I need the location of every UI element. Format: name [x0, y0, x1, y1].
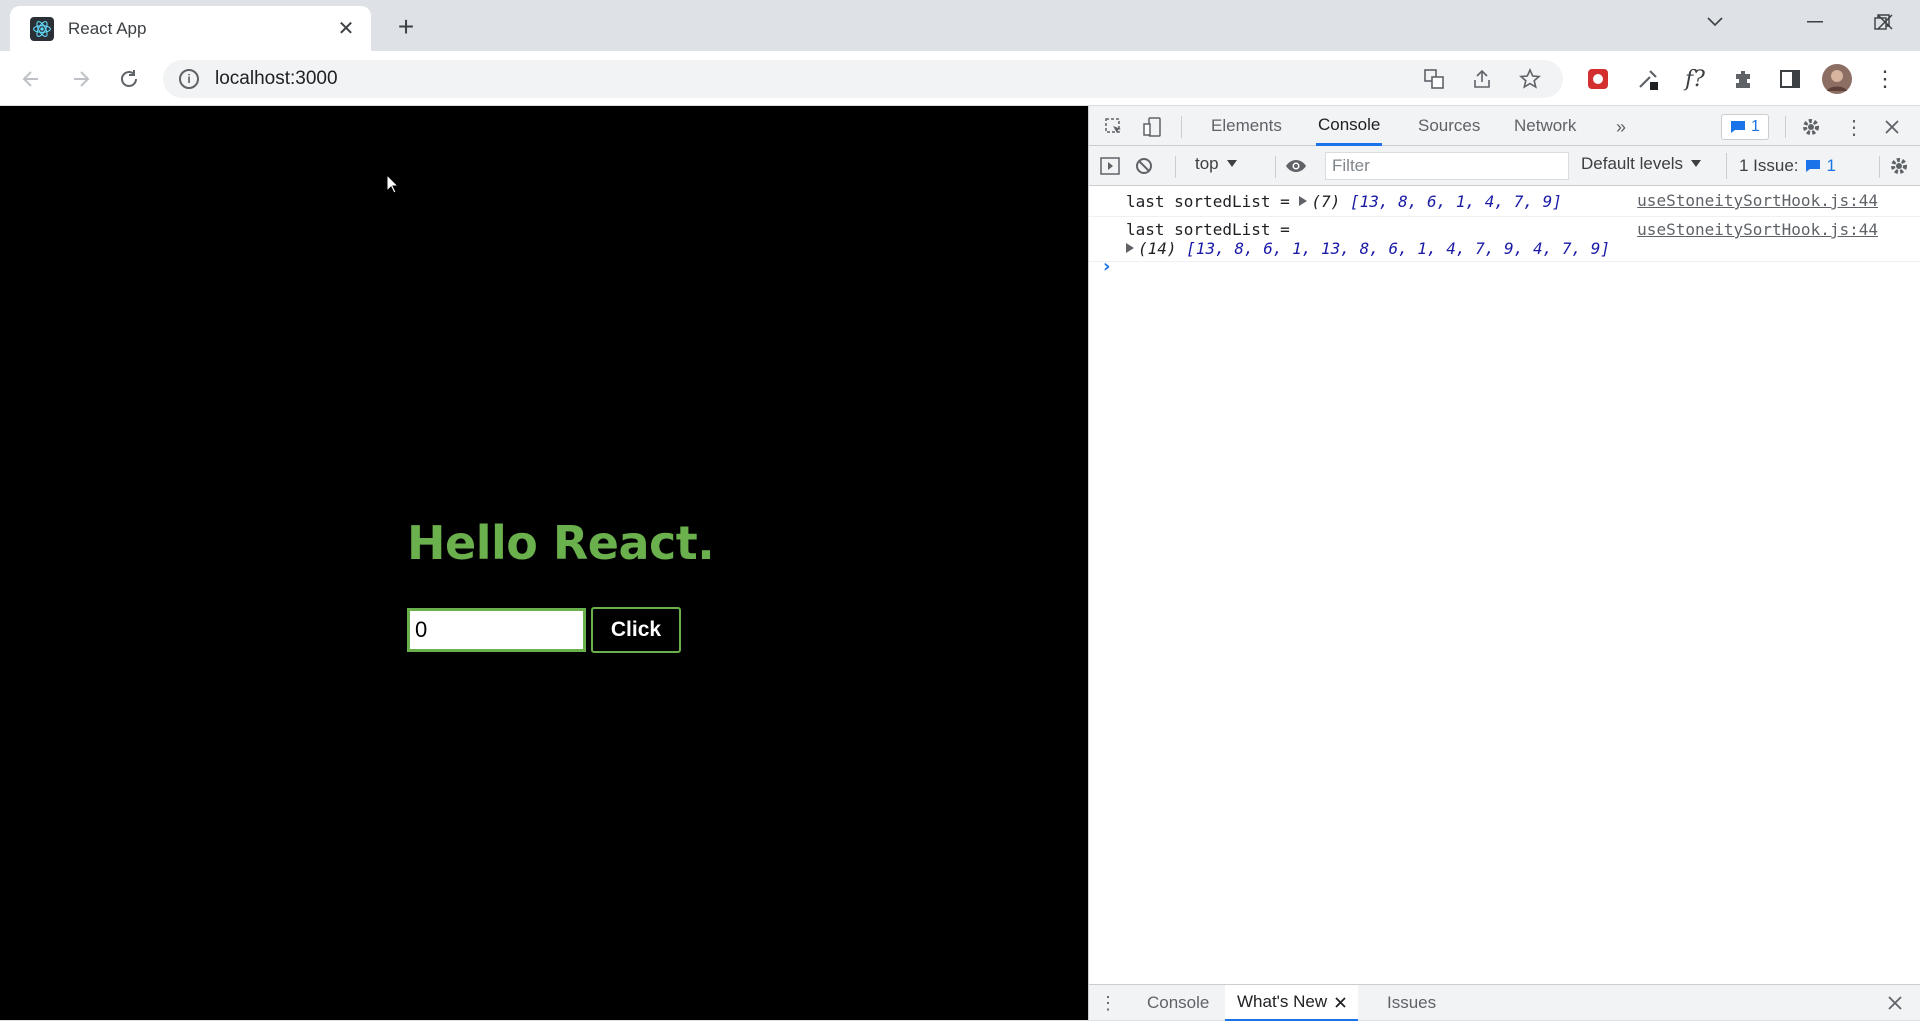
drawer-tab-whats-new[interactable]: What's New: [1225, 985, 1359, 1021]
messages-count: 1: [1751, 118, 1760, 135]
react-icon: [30, 16, 54, 41]
device-toolbar-icon[interactable]: [1139, 114, 1165, 140]
mouse-cursor-icon: [386, 174, 400, 194]
tab-close-icon[interactable]: ✕: [333, 16, 359, 42]
tab-search-icon[interactable]: [1690, 4, 1740, 40]
issues-button[interactable]: 1 Issue: 1: [1726, 153, 1836, 179]
more-tabs-icon[interactable]: »: [1608, 114, 1634, 140]
drawer-close-icon[interactable]: [1882, 990, 1908, 1016]
separator: [1879, 156, 1880, 178]
url-text[interactable]: localhost:3000: [215, 68, 1419, 90]
function-icon[interactable]: f?: [1680, 64, 1710, 94]
separator: [1181, 116, 1182, 138]
context-selector[interactable]: top: [1195, 154, 1237, 174]
number-input[interactable]: [407, 608, 586, 652]
tab-console[interactable]: Console: [1316, 106, 1383, 146]
bookmark-star-icon[interactable]: [1515, 64, 1545, 94]
context-value: top: [1195, 154, 1219, 173]
array-values: [13, 8, 6, 1, 4, 7, 9]: [1349, 192, 1562, 211]
separator: [1785, 116, 1786, 138]
inspect-element-icon[interactable]: [1101, 114, 1127, 140]
drawer-menu-icon[interactable]: ⋮: [1095, 990, 1121, 1016]
live-expression-eye-icon[interactable]: [1283, 153, 1309, 179]
issues-count: 1: [1826, 156, 1837, 175]
log-message: last sortedList =: [1126, 220, 1290, 239]
extensions-puzzle-icon[interactable]: [1728, 64, 1758, 94]
tab-elements[interactable]: Elements: [1209, 106, 1284, 146]
devtools-menu-icon[interactable]: ⋮: [1841, 114, 1867, 140]
devtools-close-icon[interactable]: [1879, 114, 1905, 140]
tab-strip: React App ✕ +: [0, 0, 1920, 51]
page-viewport: Hello React. Click: [0, 106, 1088, 1020]
click-button[interactable]: Click: [591, 607, 681, 653]
console-prompt[interactable]: ›: [1103, 256, 1110, 277]
devtools-tabbar: Elements Console Sources Network » 1 ⋮: [1089, 106, 1920, 146]
separator: [1175, 156, 1176, 178]
drawer-tab-close-icon[interactable]: [1335, 996, 1346, 1008]
array-values: [13, 8, 6, 1, 13, 8, 6, 1, 4, 7, 9, 4, 7…: [1186, 239, 1611, 258]
separator: [1275, 156, 1276, 178]
log-array[interactable]: (7) [13, 8, 6, 1, 4, 7, 9]: [1311, 192, 1561, 211]
log-levels-label: Default levels: [1581, 154, 1684, 173]
log-message: last sortedList = (7) [13, 8, 6, 1, 4, 7…: [1126, 192, 1562, 211]
issues-label: 1 Issue:: [1739, 156, 1799, 175]
browser-tab[interactable]: React App ✕: [10, 6, 371, 51]
translate-icon[interactable]: [1419, 64, 1449, 94]
page-heading: Hello React.: [407, 516, 715, 570]
log-text: last sortedList =: [1126, 192, 1300, 211]
window-close-icon[interactable]: [1860, 4, 1910, 40]
dropdown-arrow-icon: [1691, 160, 1702, 167]
log-text: last sortedList =: [1126, 220, 1290, 239]
devtools-panel: Elements Console Sources Network » 1 ⋮ t…: [1088, 106, 1920, 1021]
side-panel-icon[interactable]: [1775, 64, 1805, 94]
expand-triangle-icon[interactable]: [1299, 196, 1308, 206]
console-toolbar: top Filter Default levels 1 Issue: 1: [1089, 146, 1920, 186]
clear-console-icon[interactable]: [1131, 153, 1157, 179]
dropdown-arrow-icon: [1226, 160, 1237, 167]
sidebar-toggle-icon[interactable]: [1097, 153, 1123, 179]
back-icon[interactable]: [16, 64, 46, 94]
console-output: last sortedList = (7) [13, 8, 6, 1, 4, 7…: [1089, 186, 1920, 984]
settings-gear-icon[interactable]: [1798, 114, 1824, 140]
console-log-row: last sortedList = (7) [13, 8, 6, 1, 4, 7…: [1089, 186, 1920, 217]
messages-badge[interactable]: 1: [1721, 114, 1769, 140]
array-length: (7): [1311, 192, 1341, 211]
devtools-drawer: ⋮ Console What's New Issues: [1089, 984, 1920, 1021]
browser-menu-icon[interactable]: ⋮: [1870, 64, 1900, 94]
profile-avatar[interactable]: [1822, 64, 1852, 94]
log-levels-dropdown[interactable]: Default levels: [1581, 154, 1702, 174]
drawer-tab-console[interactable]: Console: [1135, 985, 1221, 1021]
issue-message-icon: [1805, 160, 1820, 172]
reload-icon[interactable]: [114, 64, 144, 94]
console-filter-input[interactable]: Filter: [1325, 152, 1569, 180]
log-source-link[interactable]: useStoneitySortHook.js:44: [1637, 191, 1878, 210]
console-settings-gear-icon[interactable]: [1886, 153, 1912, 179]
console-log-row: last sortedList = (14) [13, 8, 6, 1, 13,…: [1089, 217, 1920, 262]
log-array-line: (14) [13, 8, 6, 1, 13, 8, 6, 1, 4, 7, 9,…: [1126, 239, 1610, 258]
log-array[interactable]: (14) [13, 8, 6, 1, 13, 8, 6, 1, 4, 7, 9,…: [1138, 239, 1610, 258]
tab-network[interactable]: Network: [1512, 106, 1578, 146]
tab-title: React App: [68, 18, 147, 38]
drawer-tab-label: What's New: [1237, 992, 1328, 1011]
address-bar[interactable]: i localhost:3000: [163, 60, 1563, 98]
drawer-tab-issues[interactable]: Issues: [1375, 985, 1448, 1021]
minimize-icon[interactable]: [1790, 4, 1840, 40]
message-icon: [1731, 121, 1745, 133]
array-length: (14): [1138, 239, 1177, 258]
browser-toolbar: i localhost:3000 f? ⋮: [0, 51, 1920, 106]
share-icon[interactable]: [1467, 64, 1497, 94]
site-info-icon[interactable]: i: [179, 69, 199, 89]
new-tab-button[interactable]: +: [391, 11, 421, 42]
tab-sources[interactable]: Sources: [1416, 106, 1482, 146]
log-source-link[interactable]: useStoneitySortHook.js:44: [1637, 220, 1878, 239]
expand-triangle-icon[interactable]: [1126, 243, 1134, 253]
eyedropper-icon[interactable]: [1633, 64, 1663, 94]
extension-red-icon[interactable]: [1583, 64, 1613, 94]
forward-icon[interactable]: [66, 64, 96, 94]
